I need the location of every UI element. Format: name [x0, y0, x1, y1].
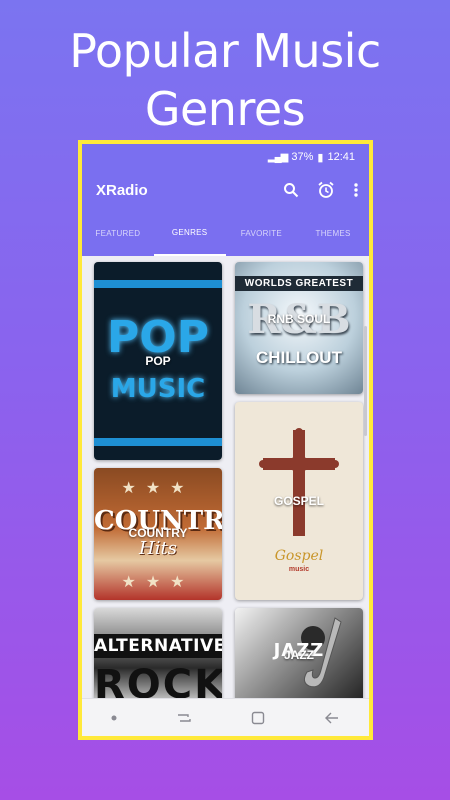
signal-icon: ▂▄▆ [267, 151, 288, 163]
genre-card-pop[interactable]: POP MUSIC POP [94, 262, 222, 460]
battery-icon: ▮ [317, 151, 324, 164]
scrollbar[interactable] [364, 326, 367, 436]
artwork-text: MUSIC [110, 374, 206, 404]
tab-featured[interactable]: FEATURED [82, 210, 154, 256]
cross-icon [259, 428, 339, 536]
genre-card-gospel[interactable]: Gospel music GOSPEL [235, 402, 363, 600]
decor-stripe [94, 280, 222, 288]
artwork-text: ROCK [94, 662, 222, 698]
alarm-icon[interactable] [317, 181, 335, 199]
genre-label: POP [145, 354, 171, 368]
home-icon[interactable] [251, 711, 265, 725]
artwork-text: Hits [139, 538, 177, 559]
app-title: XRadio [96, 181, 148, 199]
genre-card-country[interactable]: ★★★ COUNTRY Hits ★★★ COUNTRY [94, 468, 222, 600]
dot-icon [111, 715, 117, 721]
star-icon: ★★★ [121, 480, 195, 497]
clock: 12:41 [327, 151, 355, 163]
artwork-text: CHILLOUT [256, 348, 342, 367]
star-icon: ★★★ [121, 574, 195, 591]
genre-label: GOSPEL [273, 494, 324, 508]
status-bar: ▂▄▆ 37% ▮ 12:41 [82, 144, 369, 170]
phone-screen: ▂▄▆ 37% ▮ 12:41 XRadio FEATURED GENRES F… [78, 140, 373, 740]
genre-label: RNB SOUL [267, 312, 331, 326]
artwork-text: ALTERNATIVE [94, 634, 222, 658]
genre-label: JAZZ [284, 648, 314, 662]
decor-stripe [94, 438, 222, 446]
tab-genres[interactable]: GENRES [153, 210, 226, 256]
tab-favorite[interactable]: FAVORITE [226, 210, 298, 256]
promo-title-line1: Popular Music [69, 24, 381, 78]
genre-card-jazz[interactable]: JAZZ JAZZ [235, 608, 363, 698]
genre-grid[interactable]: POP MUSIC POP WORLDS GREATEST R&B CHILLO… [82, 256, 369, 698]
artwork-text: WORLDS GREATEST [235, 276, 363, 291]
more-vert-icon[interactable] [353, 182, 359, 198]
genre-card-alternative[interactable]: ALTERNATIVE ROCK [94, 608, 222, 698]
search-icon[interactable] [283, 182, 299, 198]
system-nav-bar [82, 698, 369, 736]
artwork-text: music [288, 566, 310, 573]
app-bar: XRadio [82, 170, 369, 210]
genre-card-rnb-soul[interactable]: WORLDS GREATEST R&B CHILLOUT RNB SOUL [235, 262, 363, 394]
recents-icon[interactable] [176, 711, 192, 725]
promo-title-line2: Genres [144, 82, 306, 136]
tab-themes[interactable]: THEMES [297, 210, 369, 256]
artwork-text: Gospel [274, 548, 324, 564]
back-icon[interactable] [324, 711, 340, 725]
promo-title: Popular Music Genres [0, 22, 450, 138]
tab-bar: FEATURED GENRES FAVORITE THEMES [82, 210, 369, 256]
genre-label: COUNTRY [128, 526, 188, 540]
battery-percent: 37% [291, 151, 314, 163]
